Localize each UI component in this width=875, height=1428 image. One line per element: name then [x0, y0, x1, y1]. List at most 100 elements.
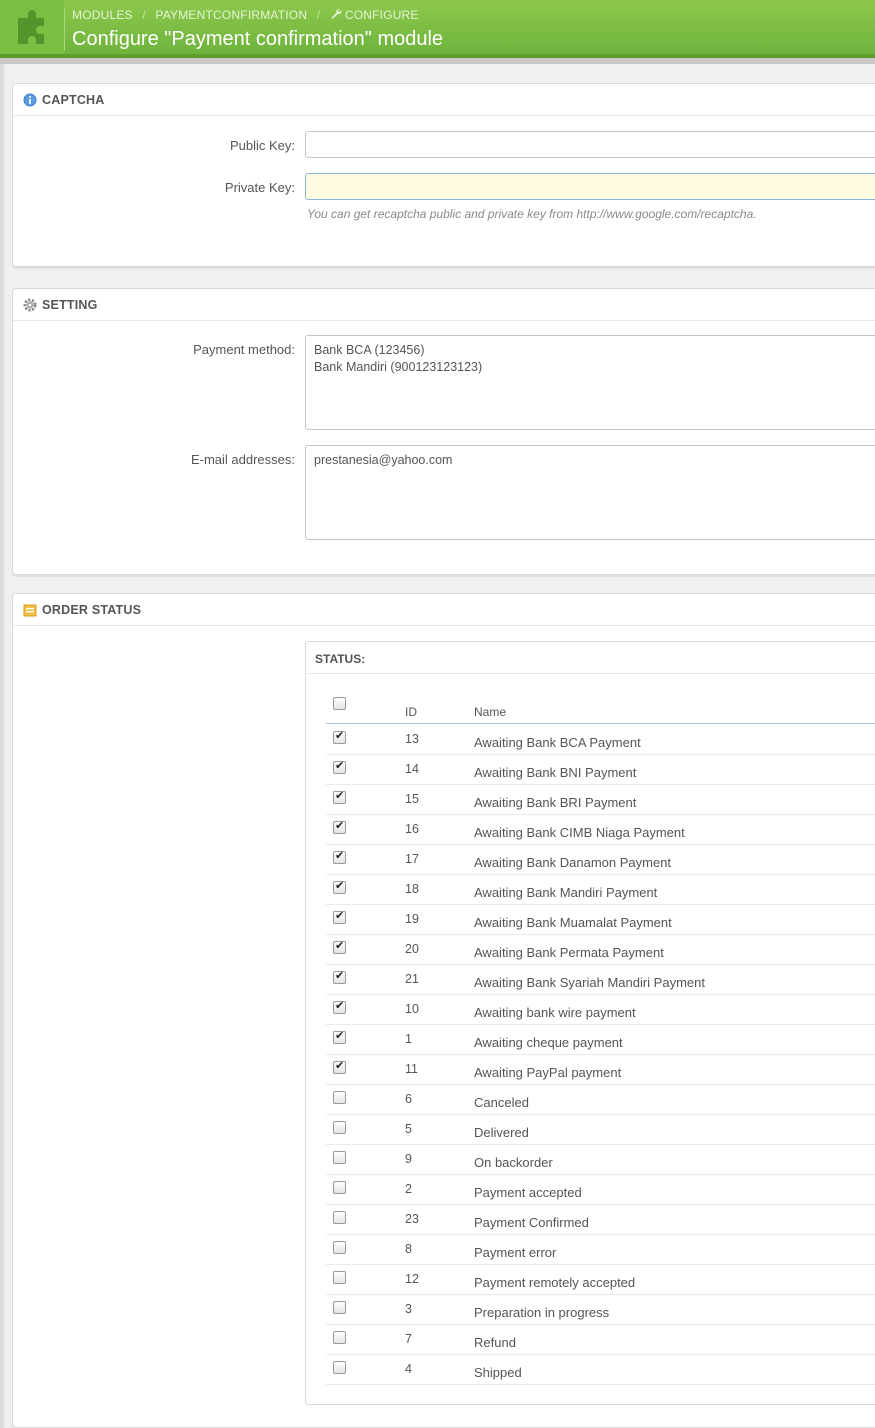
- info-icon: [23, 93, 37, 107]
- status-row-checkbox[interactable]: [333, 969, 346, 984]
- breadcrumb: MODULES / PAYMENTCONFIRMATION / CONFIGUR…: [72, 8, 419, 22]
- order-status-title: ORDER STATUS: [42, 602, 142, 617]
- status-name-cell: Payment remotely accepted: [474, 1275, 636, 1290]
- status-row-checkbox[interactable]: [333, 909, 346, 924]
- status-id-cell: 3: [405, 1302, 412, 1316]
- recaptcha-hint: You can get recaptcha public and private…: [307, 207, 757, 221]
- status-name-cell: Awaiting Bank Syariah Mandiri Payment: [474, 975, 705, 990]
- private-key-input[interactable]: [305, 173, 875, 200]
- payment-method-textarea[interactable]: Bank BCA (123456) Bank Mandiri (90012312…: [305, 335, 875, 430]
- status-name-cell: Shipped: [474, 1365, 522, 1380]
- status-table-header: ID Name: [326, 690, 875, 724]
- status-name-cell: Refund: [474, 1335, 516, 1350]
- status-row-checkbox[interactable]: [333, 819, 346, 834]
- breadcrumb-module[interactable]: PAYMENTCONFIRMATION: [155, 8, 307, 22]
- table-row[interactable]: 6 Canceled: [326, 1085, 875, 1115]
- status-name-cell: Preparation in progress: [474, 1305, 610, 1320]
- status-id-cell: 17: [405, 852, 419, 866]
- status-id-cell: 10: [405, 1002, 419, 1016]
- table-row[interactable]: 18 Awaiting Bank Mandiri Payment: [326, 875, 875, 905]
- module-logo: [0, 0, 64, 54]
- status-row-checkbox[interactable]: [333, 1121, 346, 1134]
- status-row-checkbox[interactable]: [333, 1091, 346, 1104]
- status-id-cell: 21: [405, 972, 419, 986]
- table-row[interactable]: 16 Awaiting Bank CIMB Niaga Payment: [326, 815, 875, 845]
- status-row-checkbox[interactable]: [333, 1059, 346, 1074]
- breadcrumb-modules[interactable]: MODULES: [72, 8, 133, 22]
- table-row[interactable]: 23 Payment Confirmed: [326, 1205, 875, 1235]
- status-row-checkbox[interactable]: [333, 849, 346, 864]
- status-row-checkbox[interactable]: [333, 1241, 346, 1254]
- status-row-checkbox[interactable]: [333, 1361, 346, 1374]
- status-id-cell: 2: [405, 1182, 412, 1196]
- status-id-cell: 14: [405, 762, 419, 776]
- status-row-checkbox[interactable]: [333, 1331, 346, 1344]
- status-name-cell: Awaiting Bank Danamon Payment: [474, 855, 672, 870]
- select-all-checkbox[interactable]: [333, 697, 346, 710]
- puzzle-icon: [18, 10, 44, 44]
- status-row-checkbox[interactable]: [333, 879, 346, 894]
- table-row[interactable]: 11 Awaiting PayPal payment: [326, 1055, 875, 1085]
- breadcrumb-configure[interactable]: CONFIGURE: [345, 8, 419, 22]
- table-row[interactable]: 7 Refund: [326, 1325, 875, 1355]
- page-title: Configure "Payment confirmation" module: [72, 28, 444, 50]
- status-row-checkbox[interactable]: [333, 759, 346, 774]
- status-name-cell: Delivered: [474, 1125, 529, 1140]
- status-id-cell: 8: [405, 1242, 412, 1256]
- table-row[interactable]: 17 Awaiting Bank Danamon Payment: [326, 845, 875, 875]
- status-row-checkbox[interactable]: [333, 1029, 346, 1044]
- status-name-cell: Awaiting Bank Mandiri Payment: [474, 885, 658, 900]
- table-row[interactable]: 21 Awaiting Bank Syariah Mandiri Payment: [326, 965, 875, 995]
- breadcrumb-separator: /: [142, 8, 146, 22]
- status-row-checkbox[interactable]: [333, 1151, 346, 1164]
- status-name-cell: Awaiting PayPal payment: [474, 1065, 622, 1080]
- table-row[interactable]: 9 On backorder: [326, 1145, 875, 1175]
- status-id-cell: 16: [405, 822, 419, 836]
- table-row[interactable]: 8 Payment error: [326, 1235, 875, 1265]
- email-addresses-label: E-mail addresses:: [190, 452, 295, 467]
- order-status-panel: ORDER STATUS STATUS: ID Name 13Awaiting …: [12, 593, 875, 1428]
- status-id-cell: 7: [405, 1332, 412, 1346]
- order-status-panel-heading: ORDER STATUS: [13, 594, 875, 626]
- public-key-input[interactable]: [305, 131, 875, 158]
- table-row[interactable]: 1 Awaiting cheque payment: [326, 1025, 875, 1055]
- table-row[interactable]: 5 Delivered: [326, 1115, 875, 1145]
- status-row-checkbox[interactable]: [333, 1301, 346, 1314]
- status-name-cell: Canceled: [474, 1095, 529, 1110]
- status-row-checkbox[interactable]: [333, 1271, 346, 1284]
- table-row[interactable]: 13 Awaiting Bank BCA Payment: [326, 725, 875, 755]
- table-row[interactable]: 14 Awaiting Bank BNI Payment: [326, 755, 875, 785]
- table-row[interactable]: 3 Preparation in progress: [326, 1295, 875, 1325]
- status-id-cell: 11: [405, 1062, 418, 1076]
- setting-title: SETTING: [42, 297, 98, 312]
- status-row-checkbox[interactable]: [333, 789, 346, 804]
- header-shadow-strip: [0, 58, 875, 64]
- table-row[interactable]: 4 Shipped: [326, 1355, 875, 1385]
- gear-icon: [23, 298, 37, 312]
- table-row[interactable]: 10 Awaiting bank wire payment: [326, 995, 875, 1025]
- status-id-cell: 18: [405, 882, 419, 896]
- table-row[interactable]: 12 Payment remotely accepted: [326, 1265, 875, 1295]
- table-row[interactable]: 2 Payment accepted: [326, 1175, 875, 1205]
- column-header-id: ID: [405, 705, 417, 719]
- table-row[interactable]: 19 Awaiting Bank Muamalat Payment: [326, 905, 875, 935]
- setting-panel: SETTING Payment method: Bank BCA (123456…: [12, 288, 875, 575]
- status-row-checkbox[interactable]: [333, 1211, 346, 1224]
- wrench-icon: [330, 8, 342, 22]
- status-name-cell: Payment error: [474, 1245, 557, 1260]
- status-row-checkbox[interactable]: [333, 939, 346, 954]
- status-row-checkbox[interactable]: [333, 999, 346, 1014]
- status-row-checkbox[interactable]: [333, 1181, 346, 1194]
- table-row[interactable]: 15 Awaiting Bank BRI Payment: [326, 785, 875, 815]
- status-id-cell: 15: [405, 792, 419, 806]
- private-key-label: Private Key:: [224, 180, 295, 195]
- status-id-cell: 9: [405, 1152, 412, 1166]
- status-id-cell: 5: [405, 1122, 412, 1136]
- status-id-cell: 20: [405, 942, 419, 956]
- payment-method-label: Payment method:: [193, 342, 295, 357]
- status-row-checkbox[interactable]: [333, 729, 346, 744]
- captcha-panel-heading: CAPTCHA: [13, 84, 875, 116]
- status-name-cell: Awaiting Bank Permata Payment: [474, 945, 664, 960]
- email-addresses-textarea[interactable]: prestanesia@yahoo.com: [305, 445, 875, 540]
- table-row[interactable]: 20 Awaiting Bank Permata Payment: [326, 935, 875, 965]
